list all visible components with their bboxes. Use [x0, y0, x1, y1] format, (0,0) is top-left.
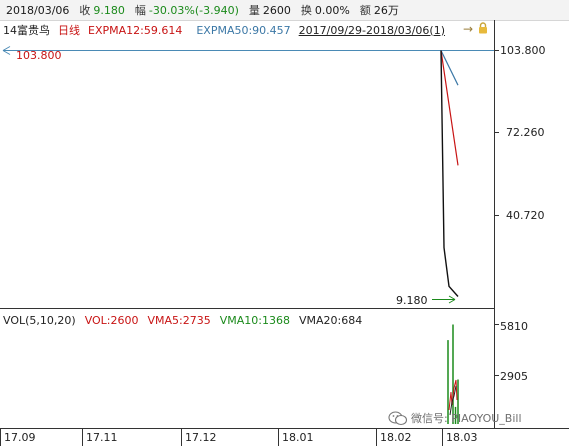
- time-label: 18.01: [282, 431, 314, 444]
- time-axis: 17.09 17.11 17.12 18.01 18.02 18.03: [0, 428, 478, 446]
- vol-label: VOL:2600: [84, 313, 139, 327]
- time-label: 18.03: [446, 431, 478, 444]
- low-price-marker: 9.180: [396, 294, 428, 307]
- price-series-group: [440, 50, 459, 297]
- time-label: 17.11: [86, 431, 118, 444]
- price-line: [440, 50, 459, 297]
- high-price-marker: 103.800: [16, 49, 62, 62]
- price-ticks: 103.800 72.260 40.720: [494, 44, 546, 222]
- volume-panel-header: VOL(5,10,20) VOL:2600 VMA5:2735 VMA10:13…: [0, 312, 495, 328]
- price-tick-label: 72.260: [506, 126, 545, 139]
- vma5-label: VMA5:2735: [147, 313, 211, 327]
- watermark: 微信号: PIAOYOU_Bill: [388, 409, 568, 427]
- watermark-text: 微信号: PIAOYOU_Bill: [411, 412, 522, 425]
- volume-ticks: 5810 2905: [494, 320, 528, 383]
- chart-svg: 103.800 103.800 72.260 40.720 9.180 5810…: [0, 20, 569, 446]
- vma20-label: VMA20:684: [299, 313, 363, 327]
- wechat-icon: [388, 410, 408, 425]
- time-label: 18.02: [380, 431, 412, 444]
- volume-tick-label: 5810: [500, 320, 528, 333]
- price-tick-label: 40.720: [506, 209, 545, 222]
- time-label: 17.09: [4, 431, 36, 444]
- vol-indicator-label[interactable]: VOL(5,10,20): [3, 314, 76, 327]
- high-marker-arrow: [2, 46, 11, 51]
- price-tick-label: 103.800: [500, 44, 546, 57]
- time-label: 17.12: [185, 431, 217, 444]
- vma10-label: VMA10:1368: [219, 313, 291, 327]
- volume-tick-label: 2905: [500, 370, 528, 383]
